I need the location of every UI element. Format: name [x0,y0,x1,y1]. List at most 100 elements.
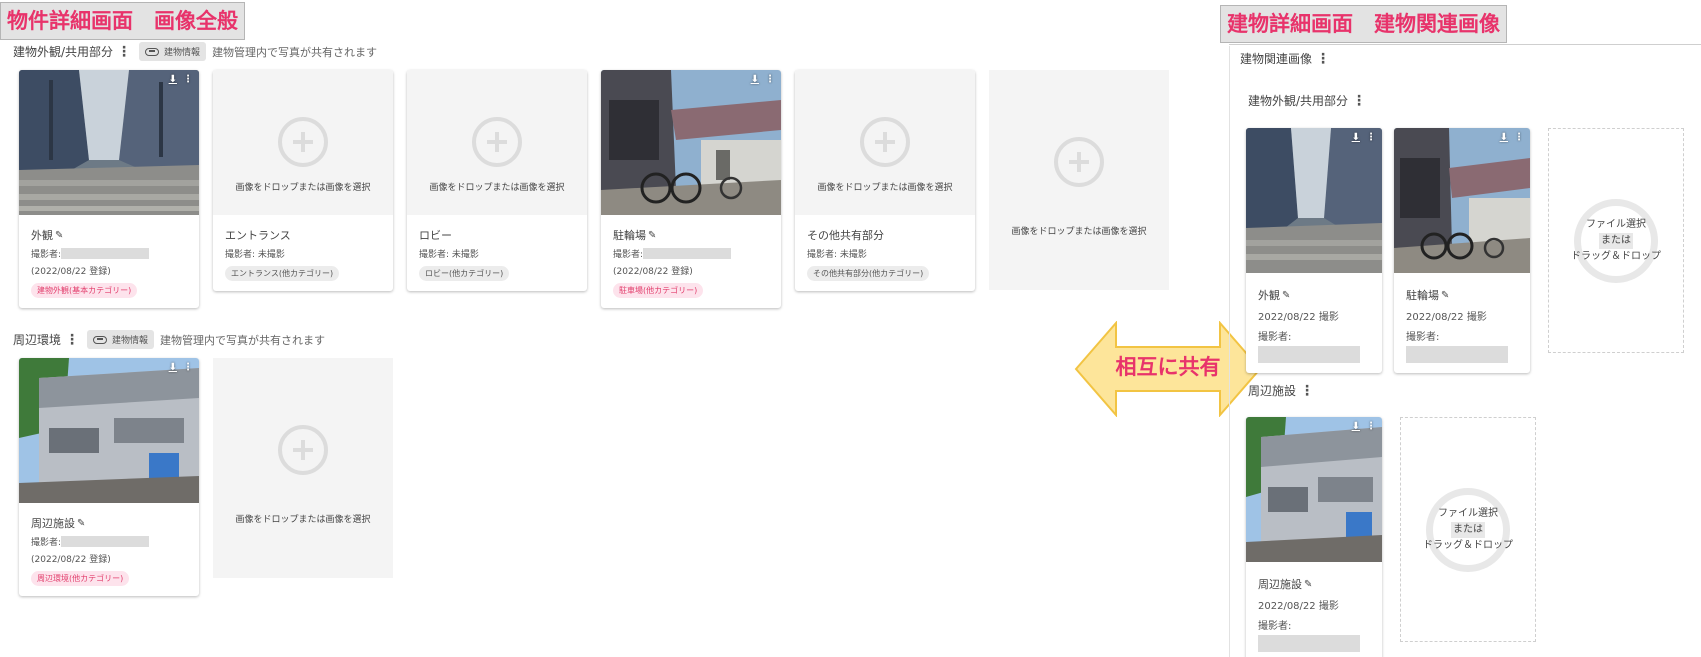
upload-ring-icon: ファイル選択 または ドラッグ＆ドロップ [1571,198,1661,283]
registered-date: (2022/08/22 登録) [31,555,111,565]
download-icon[interactable]: ⬇ [169,74,177,86]
drop-zone-text: 画像をドロップまたは画像を選択 [235,514,371,525]
drop-line-3: ドラッグ＆ドロップ [1423,539,1513,551]
photo-card-bicycle-parking[interactable]: ⬇ ⋮ 駐輪場 ✎ 撮影者: (2022/08/22 登録) 駐車場(他カテゴリー… [601,70,781,308]
category-badge: 周辺環境(他カテゴリー) [31,571,130,586]
pencil-icon[interactable]: ✎ [1282,290,1290,301]
more-icon[interactable]: ⋮ [765,74,775,86]
building-photo-card-exterior[interactable]: ⬇ ⋮ 外観 ✎ 2022/08/22 撮影 撮影者: [1246,128,1382,373]
shot-date: 2022/08/22 撮影 [1406,312,1487,323]
add-image-drop-zone[interactable]: 画像をドロップまたは画像を選択 [989,70,1169,290]
add-circle-icon [472,117,522,167]
exterior-alley-photo [1246,128,1382,273]
photographer-label: 撮影者: [31,538,62,548]
panel-title: 建物関連画像 [1240,52,1313,66]
photo-thumbnail[interactable]: ⬇ ⋮ [1394,128,1530,273]
more-icon[interactable]: ⋮ [183,362,193,374]
image-drop-zone[interactable]: 画像をドロップまたは画像を選択 [795,70,975,215]
photo-thumbnail[interactable]: ⬇ ⋮ [19,358,199,503]
photo-name: ロビー [419,229,452,242]
photo-card-nearby-facility[interactable]: ⬇ ⋮ 周辺施設 ✎ 撮影者: (2022/08/22 登録) 周辺環境(他カテゴ… [19,358,199,596]
photo-name: その他共有部分 [807,229,884,242]
redacted-photographer [61,536,150,547]
photo-thumbnail[interactable]: ⬇ ⋮ [1246,417,1382,562]
photo-name: 駐輪場 [613,229,646,242]
photo-name: 周辺施設 [1258,578,1302,591]
photographer-label: 撮影者: [1258,621,1292,632]
drop-zone-text: 画像をドロップまたは画像を選択 [235,183,371,193]
share-note: 建物管理内で写真が共有されます [160,333,326,347]
image-drop-zone[interactable]: 画像をドロップまたは画像を選択 [407,70,587,215]
photo-card-entrance[interactable]: 画像をドロップまたは画像を選択 エントランス 撮影者: 未撮影 エントランス(他… [213,70,393,291]
file-drop-zone[interactable]: ファイル選択 または ドラッグ＆ドロップ [1548,128,1684,353]
upload-ring-icon: ファイル選択 または ドラッグ＆ドロップ [1423,487,1513,572]
right-section-header-exterior: 建物外観/共用部分 ⋮ [1248,92,1366,109]
shot-date: 2022/08/22 撮影 [1258,312,1339,323]
left-screen-title: 物件詳細画面 画像全般 [0,2,245,40]
category-badge: 駐車場(他カテゴリー) [613,283,704,298]
add-circle-icon [278,425,328,475]
more-icon[interactable]: ⋮ [1366,132,1376,144]
building-photo-card-bicycle-parking[interactable]: ⬇ ⋮ 駐輪場 ✎ 2022/08/22 撮影 撮影者: [1394,128,1530,373]
category-badge: エントランス(他カテゴリー) [225,266,340,281]
add-circle-icon [1054,137,1104,187]
registered-date: (2022/08/22 登録) [31,267,111,277]
download-icon[interactable]: ⬇ [751,74,759,86]
drop-zone-text: 画像をドロップまたは画像を選択 [1011,226,1147,237]
pencil-icon[interactable]: ✎ [1441,290,1449,301]
section-header-exterior: 建物外観/共用部分 ⋮ 建物情報 建物管理内で写真が共有されます [13,42,377,61]
image-drop-zone[interactable]: 画像をドロップまたは画像を選択 [213,70,393,215]
section-menu-icon[interactable]: ⋮ [65,333,79,347]
download-icon[interactable]: ⬇ [1352,132,1360,144]
right-section-header-nearby: 周辺施設 ⋮ [1248,382,1314,399]
section-menu-icon[interactable]: ⋮ [1352,94,1366,108]
photo-thumbnail[interactable]: ⬇ ⋮ [601,70,781,215]
shot-date: 2022/08/22 撮影 [1258,601,1339,612]
download-icon[interactable]: ⬇ [169,362,177,374]
panel-menu-icon[interactable]: ⋮ [1316,52,1330,66]
building-info-chip[interactable]: 建物情報 [139,42,207,61]
photo-thumbnail[interactable]: ⬇ ⋮ [1246,128,1382,273]
photographer-status: 撮影者: 未撮影 [419,250,479,260]
share-note: 建物管理内で写真が共有されます [212,45,378,59]
more-icon[interactable]: ⋮ [1366,421,1376,433]
redacted-photographer [1406,346,1508,363]
pencil-icon[interactable]: ✎ [648,230,656,241]
photo-card-exterior[interactable]: ⬇ ⋮ 外観 ✎ 撮影者: (2022/08/22 登録) 建物外観(基本カテゴリ… [19,70,199,308]
section-menu-icon[interactable]: ⋮ [117,45,131,59]
photo-card-lobby[interactable]: 画像をドロップまたは画像を選択 ロビー 撮影者: 未撮影 ロビー(他カテゴリー) [407,70,587,291]
pencil-icon[interactable]: ✎ [1304,579,1312,590]
drop-line-2: または [1599,232,1633,249]
pencil-icon[interactable]: ✎ [55,230,63,241]
redacted-photographer [643,248,732,259]
redacted-photographer [1258,346,1360,363]
download-icon[interactable]: ⬇ [1352,421,1360,433]
more-icon[interactable]: ⋮ [183,74,193,86]
category-badge: 建物外観(基本カテゴリー) [31,283,138,298]
building-photo-card-nearby[interactable]: ⬇ ⋮ 周辺施設 ✎ 2022/08/22 撮影 撮影者: [1246,417,1382,657]
pencil-icon[interactable]: ✎ [77,518,85,529]
photographer-label: 撮影者: [613,250,644,260]
photo-thumbnail[interactable]: ⬇ ⋮ [19,70,199,215]
photographer-label: 撮影者: [1406,332,1440,343]
section-menu-icon[interactable]: ⋮ [1300,384,1314,398]
building-info-chip[interactable]: 建物情報 [87,330,155,349]
add-circle-icon [860,117,910,167]
photo-name: 外観 [31,229,53,242]
exterior-alley-photo [19,70,199,215]
download-icon[interactable]: ⬇ [1500,132,1508,144]
building-photo [1246,417,1382,562]
drop-line-1: ファイル選択 [1586,218,1646,230]
file-drop-zone[interactable]: ファイル選択 または ドラッグ＆ドロップ [1400,417,1536,642]
photo-name: エントランス [225,229,291,242]
drop-zone-text: 画像をドロップまたは画像を選択 [817,183,953,193]
photo-card-other-shared[interactable]: 画像をドロップまたは画像を選択 その他共有部分 撮影者: 未撮影 その他共有部分… [795,70,975,291]
more-icon[interactable]: ⋮ [1514,132,1524,144]
add-image-drop-zone[interactable]: 画像をドロップまたは画像を選択 [213,358,393,578]
mutual-share-label: 相互に共有 [1115,355,1221,379]
redacted-photographer [1258,635,1360,652]
panel-left-border [1229,46,1230,657]
chip-label: 建物情報 [164,48,201,58]
add-circle-icon [278,117,328,167]
section-title: 建物外観/共用部分 [13,45,114,59]
